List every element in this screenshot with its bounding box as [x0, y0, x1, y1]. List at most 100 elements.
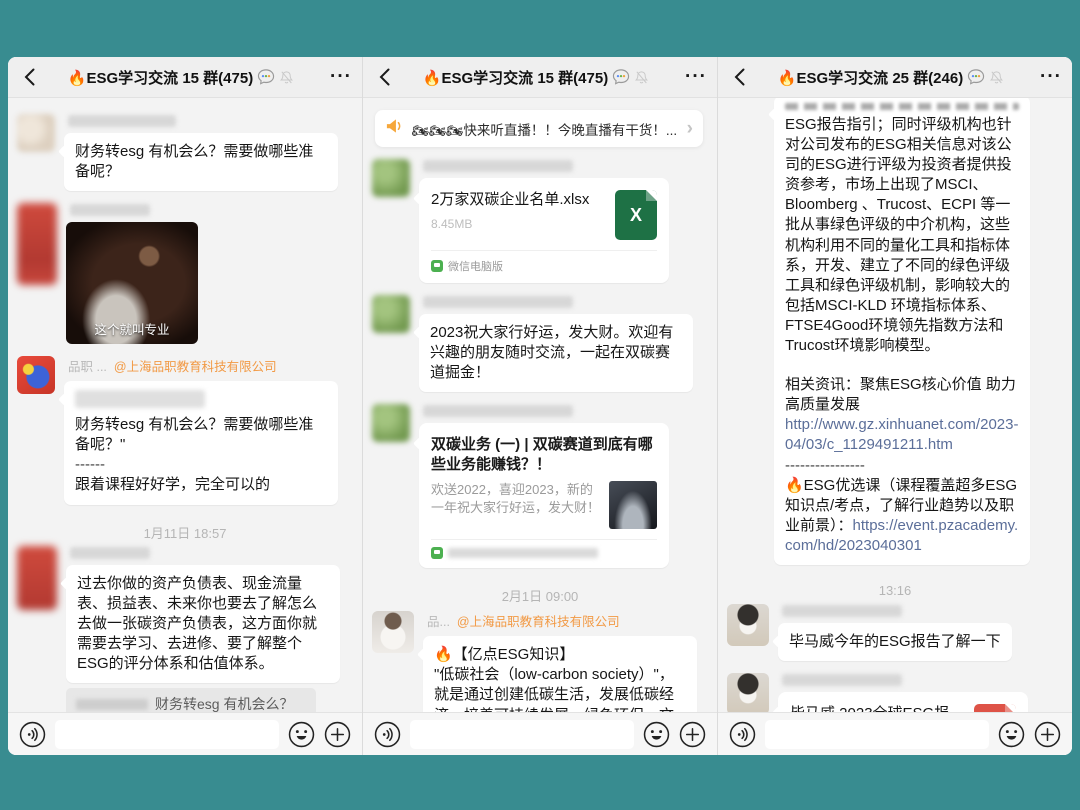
avatar[interactable] — [372, 295, 410, 333]
chat-title-wrap: 🔥ESG学习交流 15 群(475) — [40, 67, 322, 88]
message-input[interactable] — [765, 720, 989, 749]
file-card-footer: 微信电脑版 — [431, 250, 657, 283]
plus-icon[interactable] — [679, 721, 706, 748]
chat-title: 🔥ESG学习交流 25 群(246) — [778, 67, 963, 88]
avatar[interactable] — [372, 611, 414, 653]
message-bubble[interactable]: 2023祝大家行好运，发大财。欢迎有兴趣的朋友随时交流，一起在双碳赛道掘金！ — [419, 314, 693, 392]
emoji-icon[interactable] — [643, 721, 670, 748]
avatar[interactable] — [727, 604, 769, 646]
mention-tag[interactable]: @上海品职教育科技有限公司 — [457, 611, 620, 630]
file-card[interactable]: 2万家双碳企业名单.xlsx 8.45MB X 微信电脑版 — [419, 178, 669, 283]
message-bubble[interactable]: ESG报告指引；同时评级机构也针对公司发布的ESG相关信息对该公司的ESG进行评… — [774, 98, 1030, 565]
plus-icon[interactable] — [324, 721, 351, 748]
message-row: 2万家双碳企业名单.xlsx 8.45MB X 微信电脑版 — [372, 159, 711, 283]
message-bubble[interactable]: 毕马威今年的ESG报告了解一下 — [778, 623, 1012, 661]
more-menu-icon[interactable]: ··· — [677, 72, 707, 82]
megaphone-icon — [385, 118, 404, 139]
message-col: 财务转esg 有机会么？需要做哪些准备呢？ — [64, 114, 338, 191]
message-line: 财务转esg 有机会么？需要做哪些准备呢？" — [75, 415, 327, 455]
quoted-message[interactable]: 财务转esg 有机会么？需要做哪些准备呢？ — [66, 688, 316, 712]
sender-name-redacted — [423, 160, 573, 172]
file-card-main: 毕马威 2023全球ESG报告.pdf 2.78MB PDF — [790, 704, 1016, 712]
mute-bell-icon — [634, 70, 649, 85]
back-icon[interactable] — [18, 66, 40, 88]
message-col: ESG报告指引；同时评级机构也针对公司发布的ESG相关信息对该公司的ESG进行评… — [774, 102, 1030, 565]
message-bubble[interactable]: 🔥【亿点ESG知识】 "低碳社会（low-carbon society）"，就是… — [423, 636, 697, 712]
mute-bell-icon — [279, 70, 294, 85]
message-input[interactable] — [410, 720, 634, 749]
quoted-name-redacted — [75, 390, 205, 408]
voice-input-icon[interactable] — [729, 721, 756, 748]
message-col: 毕马威 2023全球ESG报告.pdf 2.78MB PDF — [778, 673, 1028, 712]
clipped-text-line — [785, 103, 1019, 110]
chat-panel-1: 🔥ESG学习交流 15 群(475) ··· 财务转esg 有机会么？需要做哪些… — [8, 57, 363, 755]
announcement-text: 🏍🏍🏍快来听直播！！今晚直播有干货！... — [412, 119, 679, 139]
avatar[interactable] — [17, 546, 57, 610]
file-card[interactable]: 毕马威 2023全球ESG报告.pdf 2.78MB PDF — [778, 692, 1028, 712]
voice-input-icon[interactable] — [19, 721, 46, 748]
message-bubble[interactable]: 财务转esg 有机会么？需要做哪些准备呢？" ------ 跟着课程好好学，完全… — [64, 381, 338, 504]
source-name-redacted — [448, 548, 598, 558]
sender-name-redacted — [70, 547, 150, 559]
message-link[interactable]: http://www.gz.xinhuanet.com/2023-04/03/c… — [785, 416, 1018, 453]
chat-title-wrap: 🔥ESG学习交流 15 群(475) — [395, 67, 677, 88]
plus-icon[interactable] — [1034, 721, 1061, 748]
chat-bubble-icon[interactable] — [612, 69, 630, 85]
file-source: 微信电脑版 — [448, 258, 503, 274]
timestamp: 2月1日 09:00 — [363, 586, 717, 605]
message-bubble[interactable]: 财务转esg 有机会么？需要做哪些准备呢？ — [64, 133, 338, 191]
link-card-footer — [431, 539, 657, 568]
chat-bubble-icon[interactable] — [257, 69, 275, 85]
chat-body-3: ESG报告指引；同时评级机构也针对公司发布的ESG相关信息对该公司的ESG进行评… — [718, 98, 1072, 712]
message-bubble[interactable]: 过去你做的资产负债表、现金流量表、损益表、未来你也要去了解怎么去做一张碳资产负债… — [66, 565, 340, 683]
message-input[interactable] — [55, 720, 279, 749]
gif-message[interactable]: 这个就叫专业 — [66, 222, 198, 344]
message-col: 双碳业务 (一) | 双碳赛道到底有哪些业务能赚钱？！ 欢送2022，喜迎202… — [419, 404, 669, 568]
input-bar — [8, 712, 362, 755]
more-menu-icon[interactable]: ··· — [1032, 72, 1062, 82]
voice-input-icon[interactable] — [374, 721, 401, 748]
input-bar — [363, 712, 717, 755]
mention-tag[interactable]: @上海品职教育科技有限公司 — [114, 356, 277, 375]
avatar[interactable] — [372, 159, 410, 197]
avatar[interactable] — [727, 673, 769, 712]
message-row: 品... @上海品职教育科技有限公司 🔥【亿点ESG知识】 "低碳社会（low-… — [372, 611, 711, 712]
more-menu-icon[interactable]: ··· — [322, 72, 352, 82]
excel-file-icon: X — [615, 190, 657, 240]
input-bar — [718, 712, 1072, 755]
avatar[interactable] — [17, 356, 55, 394]
link-thumbnail — [609, 481, 657, 529]
group-announcement[interactable]: 🏍🏍🏍快来听直播！！今晚直播有干货！... › — [375, 110, 703, 147]
avatar[interactable] — [372, 404, 410, 442]
sender-name-redacted — [782, 674, 902, 686]
chat-bubble-icon[interactable] — [967, 69, 985, 85]
file-name: 2万家双碳企业名单.xlsx — [431, 190, 589, 210]
chat-title-wrap: 🔥ESG学习交流 25 群(246) — [750, 67, 1032, 88]
back-icon[interactable] — [373, 66, 395, 88]
message-col: 这个就叫专业 — [66, 203, 198, 344]
message-row: 双碳业务 (一) | 双碳赛道到底有哪些业务能赚钱？！ 欢送2022，喜迎202… — [372, 404, 711, 568]
sender-name-line: 品... @上海品职教育科技有限公司 — [427, 611, 697, 630]
chat-header-3: 🔥ESG学习交流 25 群(246) ··· — [718, 57, 1072, 98]
sender-name-redacted — [70, 204, 150, 216]
source-icon — [431, 547, 443, 559]
timestamp: 13:16 — [718, 583, 1072, 598]
message-row: 2023祝大家行好运，发大财。欢迎有兴趣的朋友随时交流，一起在双碳赛道掘金！ — [372, 295, 711, 392]
screenshot-canvas: 🔥ESG学习交流 15 群(475) ··· 财务转esg 有机会么？需要做哪些… — [0, 0, 1080, 810]
back-icon[interactable] — [728, 66, 750, 88]
message-row: 财务转esg 有机会么？需要做哪些准备呢？ — [17, 114, 356, 191]
emoji-icon[interactable] — [288, 721, 315, 748]
message-paragraph: ESG报告指引；同时评级机构也针对公司发布的ESG相关信息对该公司的ESG进行评… — [785, 115, 1019, 356]
file-card-main: 2万家双碳企业名单.xlsx 8.45MB X — [431, 190, 657, 240]
sender-name-redacted — [68, 115, 176, 127]
message-row: 过去你做的资产负债表、现金流量表、损益表、未来你也要去了解怎么去做一张碳资产负债… — [17, 546, 356, 712]
message-row: 毕马威 2023全球ESG报告.pdf 2.78MB PDF — [727, 673, 1066, 712]
link-card[interactable]: 双碳业务 (一) | 双碳赛道到底有哪些业务能赚钱？！ 欢送2022，喜迎202… — [419, 423, 669, 568]
emoji-icon[interactable] — [998, 721, 1025, 748]
avatar[interactable] — [17, 114, 55, 152]
avatar[interactable] — [17, 203, 57, 285]
wechat-pc-icon — [431, 260, 443, 272]
file-size: 8.45MB — [431, 217, 589, 231]
message-paragraph: 🔥ESG优选课（课程覆盖超多ESG知识点/考点，了解行业趋势以及职业前景）：ht… — [785, 476, 1019, 556]
message-divider: ------ — [75, 455, 327, 475]
